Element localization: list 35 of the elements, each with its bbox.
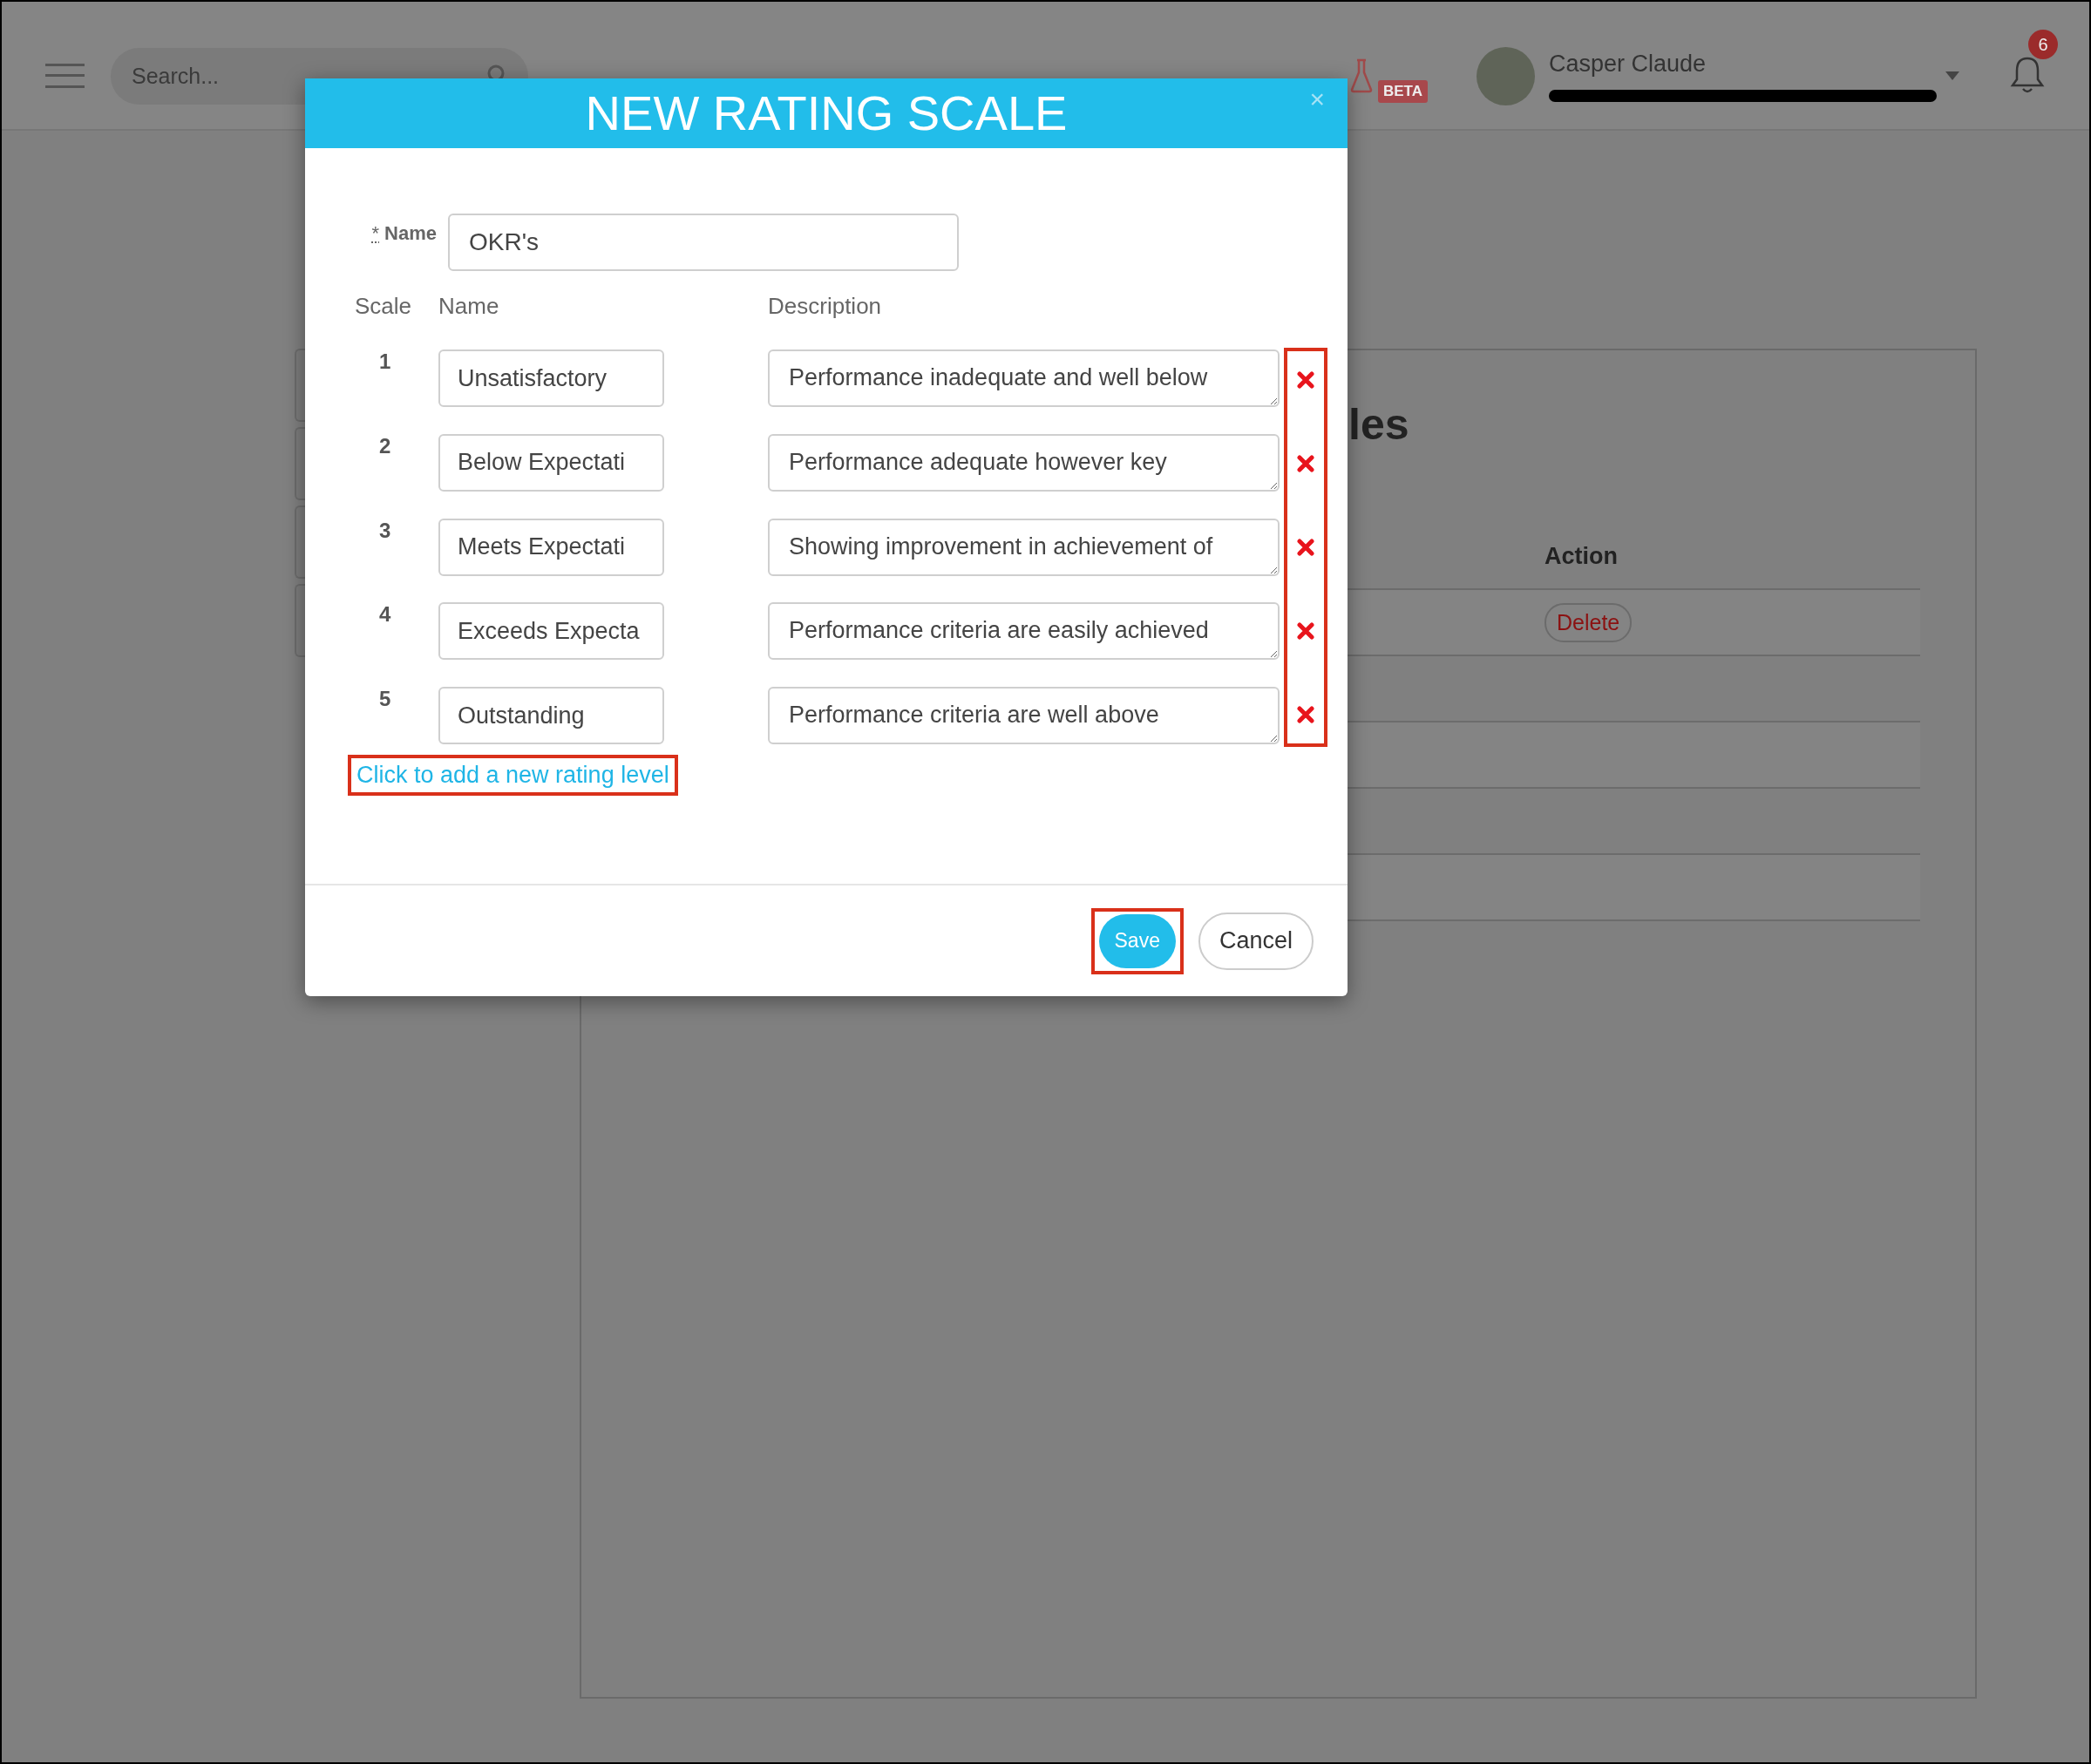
column-header: Name xyxy=(438,292,500,321)
required-mark: * xyxy=(371,222,380,245)
column-header: Action xyxy=(1544,543,1619,570)
delete-icon[interactable] xyxy=(1297,622,1314,640)
delete-icon[interactable] xyxy=(1297,371,1314,389)
scale-number: 3 xyxy=(378,518,391,541)
description-field[interactable]: Showing improvement in achievement of xyxy=(768,518,1280,576)
level-name-field[interactable]: Meets Expectati xyxy=(438,518,664,576)
name-field[interactable]: OKR's xyxy=(448,214,959,271)
page-title: les xyxy=(1348,399,1409,451)
delete-icon[interactable] xyxy=(1297,706,1314,723)
field-label: Name xyxy=(384,222,437,245)
level-name-field[interactable]: Unsatisfactory xyxy=(438,349,664,407)
scale-number: 4 xyxy=(378,602,391,626)
level-name-field[interactable]: Below Expectati xyxy=(438,433,664,492)
cancel-button[interactable]: Cancel xyxy=(1198,912,1314,970)
notification-badge: 6 xyxy=(2028,30,2058,59)
scale-number: 5 xyxy=(378,687,391,710)
bell-icon[interactable] xyxy=(2010,56,2045,94)
delete-icon[interactable] xyxy=(1297,455,1314,472)
description-field[interactable]: Performance inadequate and well below xyxy=(768,349,1280,407)
scale-number: 1 xyxy=(378,349,391,372)
level-name-field[interactable]: Exceeds Expecta xyxy=(438,602,664,661)
delete-icon[interactable] xyxy=(1297,539,1314,556)
beta-badge: BETA xyxy=(1378,80,1428,103)
description-field[interactable]: Performance criteria are easily achieved xyxy=(768,602,1280,661)
description-field[interactable]: Performance adequate however key xyxy=(768,433,1280,492)
caret-icon[interactable] xyxy=(1945,71,1959,80)
column-header: Description xyxy=(768,292,883,321)
column-header: Scale xyxy=(355,292,413,321)
level-name-field[interactable]: Outstanding xyxy=(438,687,664,745)
flask-icon xyxy=(1350,58,1373,93)
description-field[interactable]: Performance criteria are well above xyxy=(768,687,1280,745)
dialog-title: NEW RATING SCALE xyxy=(585,85,1068,141)
scale-number: 2 xyxy=(378,433,391,457)
